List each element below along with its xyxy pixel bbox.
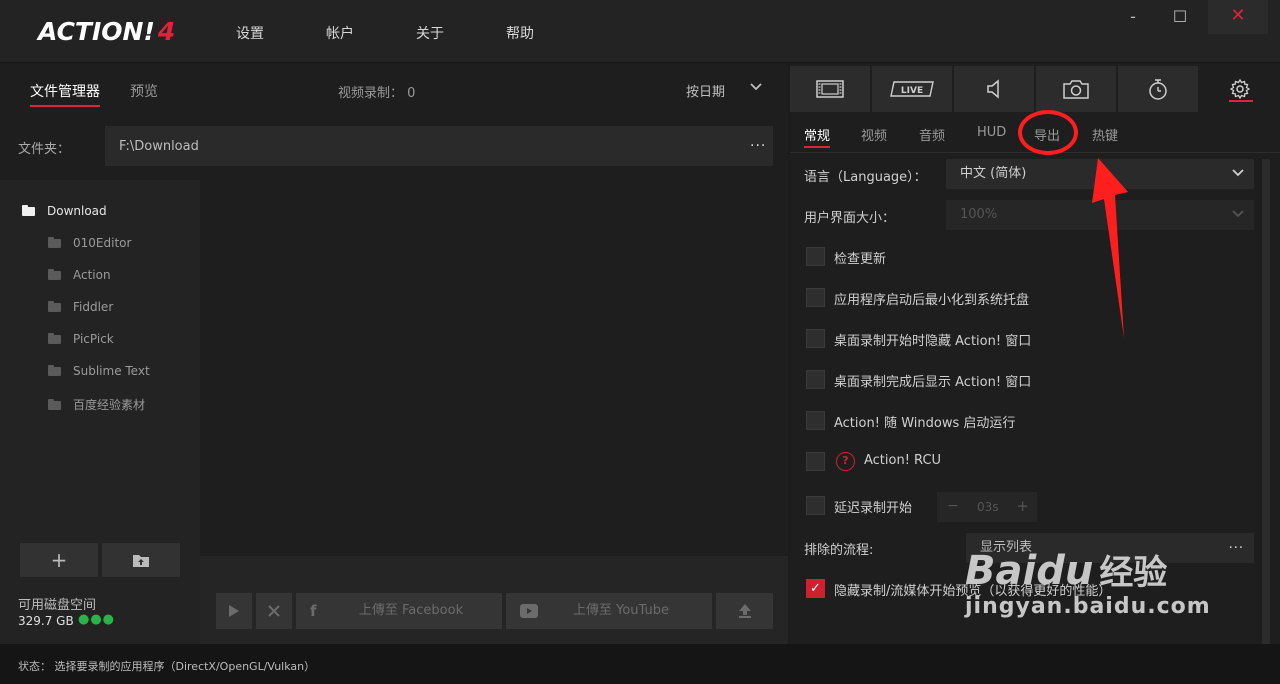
folder-icon — [48, 399, 61, 410]
annotation-arrow — [1092, 158, 1128, 338]
tab-audio[interactable] — [954, 66, 1034, 112]
folder-icon — [48, 301, 61, 312]
upload-arrow-icon — [738, 604, 751, 618]
plus-icon[interactable]: + — [1016, 497, 1029, 515]
folder-browse-button[interactable]: ... — [750, 134, 766, 150]
checkbox[interactable] — [806, 370, 825, 389]
active-tab-indicator — [1229, 100, 1253, 102]
close-button[interactable]: ✕ — [1208, 0, 1268, 34]
subtab-hotkeys[interactable]: 热键 — [1092, 125, 1118, 144]
tab-file-manager[interactable]: 文件管理器 — [30, 81, 100, 107]
svg-text:LIVE: LIVE — [901, 86, 923, 96]
folder-icon — [48, 365, 61, 376]
language-label: 语言（Language）： — [804, 170, 927, 185]
play-icon — [229, 605, 239, 617]
left-tab-bar: 文件管理器 预览 视频录制： 0 按日期 — [0, 64, 788, 114]
stopwatch-icon — [1149, 79, 1167, 100]
ui-size-label: 用户界面大小： — [804, 211, 896, 226]
tree-item[interactable]: Action — [48, 268, 111, 288]
chevron-down-icon — [1232, 159, 1244, 189]
maximize-button[interactable]: ☐ — [1160, 0, 1200, 34]
checkbox[interactable] — [806, 329, 825, 348]
open-folder-button[interactable] — [102, 543, 180, 577]
folder-icon — [48, 333, 61, 344]
subtab-hud[interactable]: HUD — [977, 125, 1006, 140]
title-bar: ACTION! 4 设置 帐户 关于 帮助 - ☐ ✕ — [0, 0, 1280, 63]
status-bar: 状态： 选择要录制的应用程序（DirectX/OpenGL/Vulkan） — [0, 644, 1280, 684]
tree-item[interactable]: PicPick — [48, 332, 114, 352]
file-list-area — [200, 180, 788, 556]
tab-video-recording[interactable] — [790, 66, 870, 112]
settings-scrollbar[interactable] — [1262, 159, 1270, 644]
film-icon — [816, 80, 844, 98]
disk-space-value: 329.7 GB — [18, 614, 74, 628]
tab-timer[interactable] — [1118, 66, 1198, 112]
camera-icon — [1063, 80, 1089, 99]
tree-item[interactable]: 百度经验素材 — [48, 396, 145, 416]
video-count: 视频录制： 0 — [338, 86, 416, 101]
chevron-down-icon — [1232, 200, 1244, 230]
settings-icon-tabs: LIVE — [790, 64, 1280, 112]
excluded-processes-label: 排除的流程: — [804, 543, 874, 558]
minimize-button[interactable]: - — [1113, 0, 1153, 34]
sort-dropdown[interactable]: 按日期 — [686, 81, 725, 100]
file-manager-panel: 文件管理器 预览 视频录制： 0 按日期 文件夹： ... Download 0… — [0, 64, 788, 644]
help-icon[interactable]: ? — [836, 452, 855, 471]
folder-icon — [22, 205, 35, 216]
subtab-video[interactable]: 视频 — [861, 125, 887, 144]
youtube-icon — [520, 593, 538, 631]
menu-settings[interactable]: 设置 — [236, 23, 264, 43]
x-icon — [268, 605, 280, 617]
tab-settings[interactable] — [1200, 66, 1280, 112]
play-button[interactable] — [216, 593, 252, 629]
folder-path-input[interactable] — [105, 126, 773, 166]
folder-label: 文件夹： — [18, 142, 71, 157]
disk-space-label: 可用磁盘空间 — [18, 598, 97, 613]
checkbox[interactable] — [806, 247, 825, 266]
baidu-watermark: Baidu 经验 jingyan.baidu.com — [965, 548, 1211, 619]
menu-account[interactable]: 帐户 — [326, 23, 354, 43]
menu-help[interactable]: 帮助 — [506, 23, 534, 43]
speaker-icon — [987, 79, 999, 99]
checkbox[interactable] — [806, 288, 825, 307]
tab-screenshot[interactable] — [1036, 66, 1116, 112]
minus-icon[interactable]: − — [947, 498, 959, 514]
subtab-general[interactable]: 常规 — [804, 125, 831, 148]
add-folder-button[interactable]: + — [20, 543, 98, 577]
live-icon: LIVE — [890, 81, 934, 97]
tree-item[interactable]: 010Editor — [48, 236, 131, 256]
disk-status-indicator: ●●● — [78, 612, 116, 627]
chevron-down-icon[interactable] — [750, 80, 762, 95]
tree-item[interactable]: Sublime Text — [48, 364, 150, 384]
checkbox[interactable] — [806, 411, 825, 430]
checkbox-checked[interactable]: ✓ — [806, 579, 825, 598]
upload-facebook-button[interactable]: f 上傳至 Facebook — [296, 593, 502, 629]
upload-youtube-button[interactable]: 上傳至 YouTube — [506, 593, 712, 629]
tab-preview[interactable]: 预览 — [130, 81, 158, 101]
folder-icon — [48, 237, 61, 248]
delay-stepper[interactable]: − 03s + — [937, 492, 1037, 522]
upload-button[interactable] — [716, 593, 773, 629]
app-logo: ACTION! 4 — [38, 17, 176, 46]
facebook-icon: f — [310, 602, 317, 620]
checkbox[interactable] — [806, 452, 825, 471]
checkbox[interactable] — [806, 496, 825, 515]
tab-live-streaming[interactable]: LIVE — [872, 66, 952, 112]
status-text: 状态： 选择要录制的应用程序（DirectX/OpenGL/Vulkan） — [18, 660, 316, 673]
gear-icon — [1229, 78, 1251, 100]
tree-item[interactable]: Fiddler — [48, 300, 113, 320]
tree-item-root[interactable]: Download — [22, 204, 107, 224]
folder-icon — [48, 269, 61, 280]
menu-about[interactable]: 关于 — [416, 23, 444, 43]
folder-open-icon — [133, 555, 149, 567]
subtab-audio[interactable]: 音频 — [919, 125, 945, 144]
delete-button[interactable] — [256, 593, 292, 629]
